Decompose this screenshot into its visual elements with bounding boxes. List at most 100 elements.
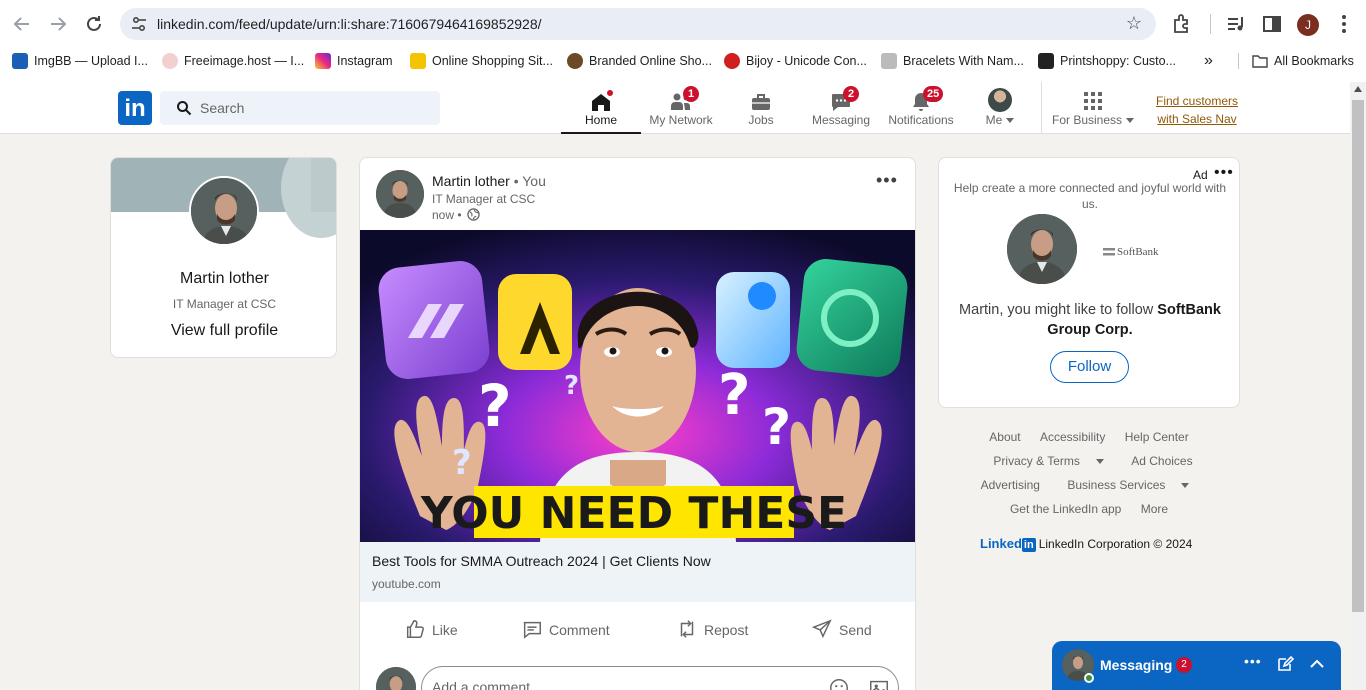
profile-avatar[interactable]	[189, 176, 259, 246]
extensions-icon[interactable]	[1170, 12, 1194, 36]
nav-messaging-label: Messaging	[811, 113, 871, 127]
forward-icon[interactable]	[46, 12, 70, 36]
bookmarks-bar: ImgBB — Upload I... Freeimage.host — I..…	[0, 48, 1366, 74]
bookmark-item[interactable]: ImgBB — Upload I...	[12, 48, 148, 74]
messaging-badge: 2	[843, 86, 859, 102]
folder-icon	[1252, 55, 1268, 68]
chevron-up-icon[interactable]	[1308, 655, 1326, 673]
bookmark-item[interactable]: Bracelets With Nam...	[881, 48, 1024, 74]
link-preview[interactable]: Best Tools for SMMA Outreach 2024 | Get …	[360, 542, 915, 602]
nav-notifications[interactable]: 25 Notifications	[881, 82, 961, 134]
footer-help-center[interactable]: Help Center	[1125, 430, 1189, 444]
send-button[interactable]: Send	[811, 619, 872, 643]
briefcase-icon	[752, 94, 770, 110]
bookmark-item[interactable]: Bijoy - Unicode Con...	[724, 48, 867, 74]
svg-text:?: ?	[762, 398, 791, 456]
search-input[interactable]: Search	[160, 91, 440, 125]
footer-advertising[interactable]: Advertising	[981, 478, 1040, 492]
comment-button[interactable]: Comment	[521, 619, 610, 643]
linkedin-wordmark: Linked in	[980, 536, 1036, 552]
link-title[interactable]: Best Tools for SMMA Outreach 2024 | Get …	[372, 553, 711, 569]
reload-icon[interactable]	[82, 12, 106, 36]
footer-accessibility[interactable]: Accessibility	[1040, 430, 1105, 444]
footer-business-services[interactable]: Business Services	[1059, 478, 1197, 492]
person-photo	[376, 667, 416, 690]
profile-name[interactable]: Martin lother	[111, 270, 336, 288]
messaging-more-icon[interactable]: •••	[1244, 653, 1262, 669]
footer-get-app[interactable]: Get the LinkedIn app	[1010, 502, 1121, 516]
browser-menu-icon[interactable]	[1332, 12, 1356, 36]
thumbnail-caption: YOU NEED THESE	[420, 488, 847, 539]
nav-me-label: Me	[961, 113, 1039, 127]
instagram-icon	[315, 52, 331, 69]
view-profile-link[interactable]: View full profile	[111, 322, 336, 340]
address-bar[interactable]: linkedin.com/feed/update/urn:li:share:71…	[120, 8, 1156, 40]
post-image[interactable]: ? ? ? ? ? YOU NEED THESE	[360, 230, 915, 542]
all-bookmarks[interactable]: All Bookmarks	[1252, 48, 1354, 74]
toolbar-divider	[1210, 14, 1211, 34]
send-icon	[811, 619, 832, 639]
back-icon[interactable]	[10, 12, 34, 36]
linkedin-copyright: Linked in LinkedIn Corporation © 2024	[980, 536, 1193, 552]
bookmark-item[interactable]: Instagram	[315, 48, 393, 74]
more-bookmarks-chevron-icon[interactable]: »	[1204, 48, 1213, 74]
sales-nav-link[interactable]: Find customers with Sales Nav	[1151, 92, 1243, 128]
browser-profile-avatar[interactable]: J	[1297, 14, 1319, 36]
nav-me[interactable]: Me	[961, 82, 1039, 134]
post-author[interactable]: Martin lother • You	[432, 173, 546, 189]
person-photo	[191, 178, 257, 244]
page-scrollbar[interactable]	[1350, 82, 1366, 690]
comment-input[interactable]: Add a comment...	[421, 666, 899, 690]
commenter-avatar	[376, 667, 416, 690]
footer-more[interactable]: More	[1141, 502, 1168, 516]
post-more-icon[interactable]: •••	[876, 170, 898, 191]
nav-home[interactable]: Home	[561, 82, 641, 134]
messaging-title[interactable]: Messaging	[1100, 657, 1172, 673]
url-text[interactable]: linkedin.com/feed/update/urn:li:share:71…	[157, 16, 542, 32]
home-notification-dot	[605, 88, 615, 98]
bookmark-item[interactable]: Printshoppy: Custo...	[1038, 48, 1176, 74]
follow-button[interactable]: Follow	[1050, 351, 1129, 383]
network-badge: 1	[683, 86, 699, 102]
side-panel-icon[interactable]	[1260, 12, 1284, 36]
nav-jobs[interactable]: Jobs	[721, 82, 801, 134]
grid-icon	[1084, 92, 1102, 110]
person-photo	[376, 170, 424, 218]
svg-text:?: ?	[718, 363, 750, 428]
messaging-overlay-badge: 2	[1176, 657, 1192, 673]
globe-icon	[467, 208, 480, 222]
linkedin-logo[interactable]: in	[118, 91, 152, 125]
compose-icon[interactable]	[1276, 655, 1294, 673]
image-icon[interactable]	[868, 677, 890, 690]
like-button[interactable]: Like	[404, 619, 458, 643]
post-author-headline: IT Manager at CSC	[432, 192, 536, 206]
post-author-avatar[interactable]	[376, 170, 424, 218]
site-info-icon[interactable]	[130, 15, 148, 33]
emoji-icon[interactable]	[828, 677, 850, 690]
bookmark-item[interactable]: Online Shopping Sit...	[410, 48, 553, 74]
nav-messaging[interactable]: 2 Messaging	[801, 82, 881, 134]
nav-for-business[interactable]: For Business	[1045, 82, 1141, 134]
messaging-overlay[interactable]: Messaging 2 •••	[1052, 641, 1341, 690]
video-thumbnail: ? ? ? ? ? YOU NEED THESE	[360, 230, 915, 542]
nav-jobs-label: Jobs	[748, 113, 774, 127]
media-control-icon[interactable]	[1224, 12, 1248, 36]
repost-button[interactable]: Repost	[676, 619, 748, 643]
footer-about[interactable]: About	[989, 430, 1020, 444]
scroll-thumb[interactable]	[1352, 100, 1364, 612]
printshoppy-icon	[1038, 52, 1054, 69]
nav-business-label: For Business	[1045, 113, 1141, 127]
softbank-mark-icon	[1103, 248, 1115, 256]
bookmark-item[interactable]: Freeimage.host — I...	[162, 48, 304, 74]
bijoy-icon	[724, 52, 740, 69]
nav-my-network[interactable]: 1 My Network	[641, 82, 721, 134]
footer-privacy-terms[interactable]: Privacy & Terms	[985, 454, 1111, 468]
footer-ad-choices[interactable]: Ad Choices	[1131, 454, 1192, 468]
repost-icon	[680, 620, 694, 639]
softbank-logo[interactable]: SoftBank	[1103, 246, 1159, 258]
bookmark-star-icon[interactable]: ☆	[1126, 13, 1142, 34]
scroll-up-arrow[interactable]	[1354, 86, 1362, 92]
bookmark-divider	[1238, 53, 1239, 69]
bookmark-item[interactable]: Branded Online Sho...	[567, 48, 712, 74]
search-placeholder: Search	[200, 100, 245, 116]
